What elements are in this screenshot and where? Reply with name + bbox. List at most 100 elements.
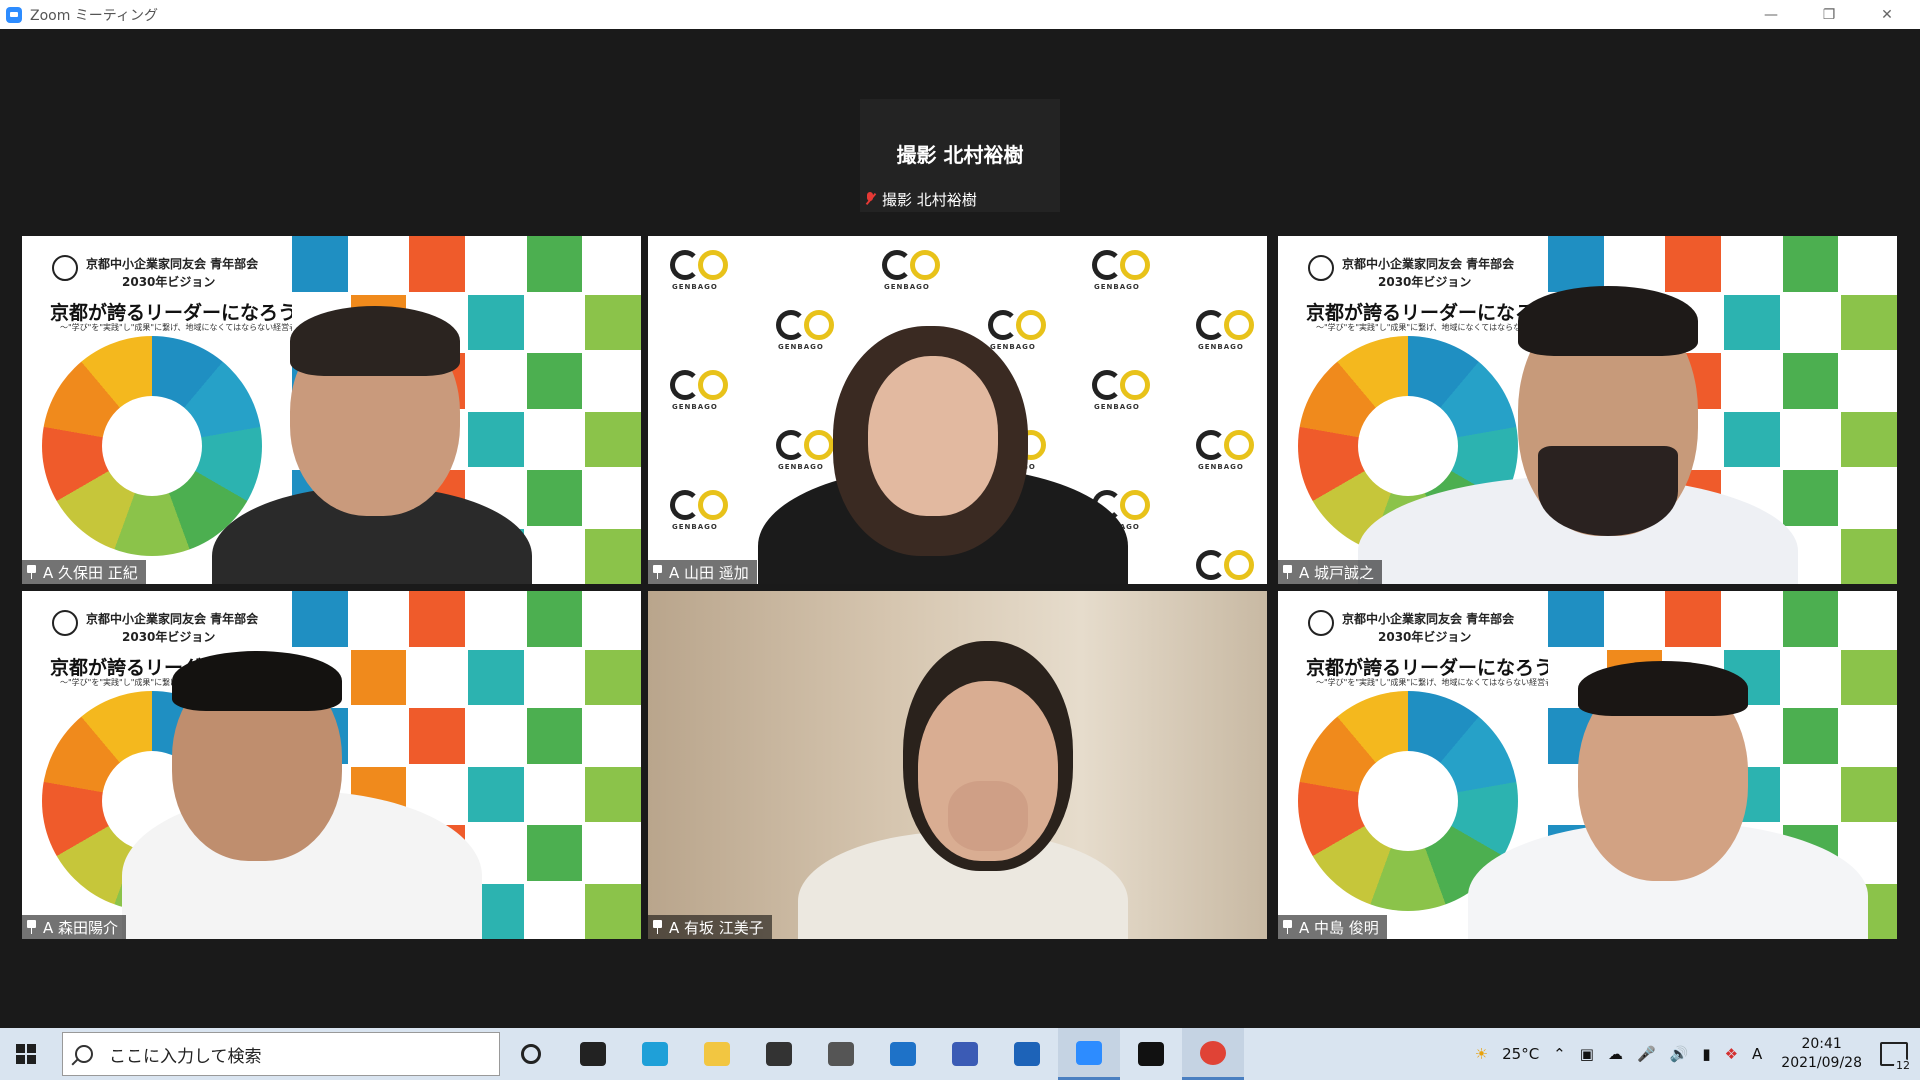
task-view-icon[interactable]	[562, 1028, 624, 1080]
calendar-icon[interactable]	[996, 1028, 1058, 1080]
edge-icon[interactable]	[624, 1028, 686, 1080]
system-tray: ☀ 25°C ⌃ ▣ ☁ 🎤 🔊 ▮ ❖ A 20:41 2021/09/28 …	[1468, 1028, 1920, 1080]
slide-icon-cell	[1548, 591, 1604, 647]
app-gray-icon[interactable]	[810, 1028, 872, 1080]
slide-icon-cell	[526, 591, 583, 647]
slide-icon-cell	[1782, 411, 1839, 467]
org-logo-icon	[52, 255, 78, 281]
slide-icon-cell	[526, 766, 583, 822]
slide-icon-cell	[292, 236, 348, 292]
zoom-icon[interactable]	[1058, 1028, 1120, 1080]
file-explorer-icon[interactable]	[686, 1028, 748, 1080]
pin-icon[interactable]	[1282, 565, 1293, 579]
slide-icon-cell	[468, 411, 524, 467]
ime-indicator[interactable]: A	[1752, 1045, 1762, 1063]
chrome-icon[interactable]	[1182, 1028, 1244, 1080]
pin-icon[interactable]	[26, 565, 37, 579]
app-blue-icon[interactable]	[934, 1028, 996, 1080]
notification-center-button[interactable]: 12	[1880, 1042, 1912, 1072]
slide-icon-cell	[585, 708, 641, 764]
slide-org: 京都中小企業家同友会 青年部会	[1342, 257, 1515, 271]
battery-icon[interactable]: ▮	[1702, 1045, 1710, 1063]
video-tile[interactable]: 京都中小企業家同友会 青年部会 2030年ビジョン 京都が誇るリーダーになろう …	[1278, 236, 1897, 584]
participant-name: A 有坂 江美子	[669, 918, 764, 937]
video-tile[interactable]: 京都中小企業家同友会 青年部会 2030年ビジョン 京都が誇るリーダーになろう …	[22, 236, 641, 584]
slide-icon-cell	[585, 649, 641, 705]
taskbar-clock[interactable]: 20:41 2021/09/28	[1781, 1035, 1862, 1073]
app-tray-icon[interactable]: ❖	[1725, 1045, 1738, 1063]
store-icon[interactable]	[748, 1028, 810, 1080]
active-speaker-namebar: 撮影 北村裕樹	[864, 188, 977, 210]
slide-icon-cell	[468, 708, 524, 764]
mail-icon[interactable]	[872, 1028, 934, 1080]
slide-icon-cell	[1606, 236, 1663, 292]
slide-icon-cell	[1782, 236, 1839, 292]
slide-icon-cell	[1782, 766, 1839, 822]
weather-temp[interactable]: 25°C	[1502, 1045, 1539, 1063]
genbago-logo: GENBAGO	[666, 246, 736, 296]
genbago-logo: GENBAGO	[878, 246, 948, 296]
genbago-logo: GENBAGO	[1088, 366, 1158, 416]
slide-icon-cell	[585, 883, 641, 939]
slide-icon-cell	[1548, 236, 1604, 292]
genbago-logo: GENBAGO	[1192, 306, 1262, 356]
slide-icon-cell	[350, 236, 407, 292]
close-button[interactable]: ✕	[1858, 0, 1916, 29]
volume-icon[interactable]: 🔊	[1670, 1045, 1689, 1063]
pin-icon[interactable]	[1282, 920, 1293, 934]
participant-namebar: A 山田 遥加	[648, 560, 757, 584]
slide-icon-cell	[468, 294, 524, 350]
slide-icon-cell	[526, 470, 583, 526]
meet-now-icon[interactable]: ▣	[1580, 1045, 1594, 1063]
slide-icon-cell	[1841, 766, 1897, 822]
slide-catch: 京都が誇るリーダーになろう	[50, 302, 298, 324]
slide-icon-cell	[468, 236, 524, 292]
video-tile[interactable]: 京都中小企業家同友会 青年部会 2030年ビジョン 京都が誇るリーダーになろう …	[22, 591, 641, 939]
slide-sub: 〜"学び"を"実践"し"成果"に繋げ、地域になくてはならない経営者へ〜	[1316, 678, 1570, 687]
app-black-icon[interactable]	[1120, 1028, 1182, 1080]
participant-name: A 城戸誠之	[1299, 563, 1375, 582]
microphone-icon[interactable]: 🎤	[1637, 1045, 1656, 1063]
org-logo-icon	[52, 610, 78, 636]
slide-icon-cell	[585, 411, 641, 467]
chevron-up-icon[interactable]: ⌃	[1553, 1045, 1566, 1063]
restore-button[interactable]: ❐	[1800, 0, 1858, 29]
pin-icon[interactable]	[26, 920, 37, 934]
genbago-logo: GENBAGO	[666, 366, 736, 416]
slide-icon-cell	[1841, 470, 1897, 526]
meeting-area: 撮影 北村裕樹 撮影 北村裕樹 京都中小企業家同友会 青年部会 2030年ビジョ…	[0, 29, 1920, 1028]
search-icon	[75, 1045, 93, 1063]
slide-icon-cell	[526, 528, 583, 584]
slide-catch: 京都が誇るリーダーになろう	[1306, 302, 1554, 324]
onedrive-icon[interactable]: ☁	[1608, 1045, 1623, 1063]
org-logo-icon	[1308, 255, 1334, 281]
slide-icon-cell	[409, 236, 465, 292]
slide-vision: 2030年ビジョン	[122, 630, 216, 644]
slide-icon-cell	[1724, 353, 1780, 409]
slide-icon-cell	[1782, 353, 1839, 409]
slide-icon-cell	[1841, 528, 1897, 584]
taskbar-apps	[500, 1028, 1244, 1080]
slide-vision: 2030年ビジョン	[1378, 275, 1472, 289]
weather-icon[interactable]: ☀	[1475, 1045, 1488, 1063]
active-speaker-tile[interactable]: 撮影 北村裕樹 撮影 北村裕樹	[860, 99, 1060, 212]
slide-icon-cell	[350, 649, 407, 705]
taskbar-search-box[interactable]: ここに入力して検索	[62, 1032, 500, 1076]
video-tile[interactable]: A 有坂 江美子	[648, 591, 1267, 939]
cortana-icon[interactable]	[500, 1028, 562, 1080]
slide-icon-cell	[1606, 591, 1663, 647]
slide-icon-cell	[1665, 236, 1721, 292]
slide-icon-cell	[292, 591, 348, 647]
slide-icon-cell	[409, 708, 465, 764]
video-tile[interactable]: 京都中小企業家同友会 青年部会 2030年ビジョン 京都が誇るリーダーになろう …	[1278, 591, 1897, 939]
start-button[interactable]	[0, 1028, 52, 1080]
slide-icon-cell	[409, 591, 465, 647]
pin-icon[interactable]	[652, 920, 663, 934]
zoom-logo-icon	[6, 6, 22, 23]
pin-icon[interactable]	[652, 565, 663, 579]
minimize-button[interactable]: —	[1742, 0, 1800, 29]
slide-icon-cell	[1724, 411, 1780, 467]
video-tile[interactable]: GENBAGO GENBAGO GENBAGO GENBAGO GENBAGO GENBA…	[648, 236, 1267, 584]
slide-icon-cell	[526, 353, 583, 409]
slide-icon-cell	[585, 236, 641, 292]
